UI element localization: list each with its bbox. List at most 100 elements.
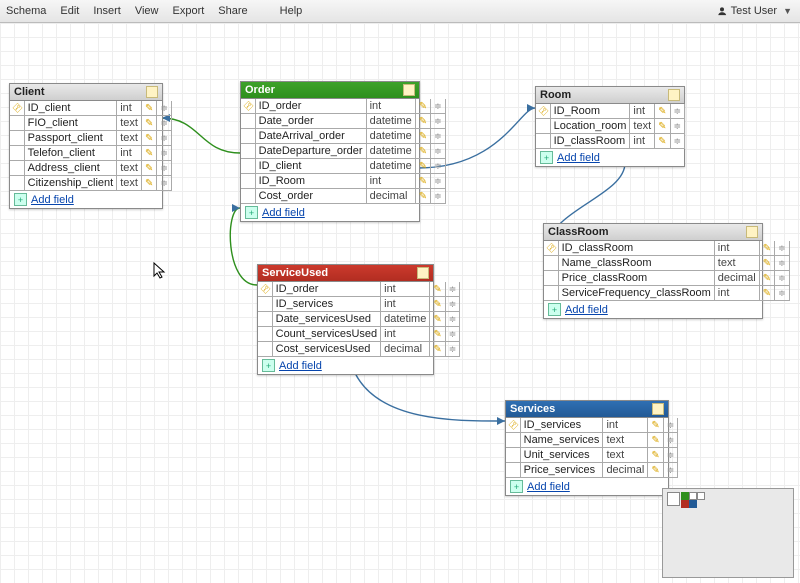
reorder-handle[interactable]: ≑ — [431, 114, 446, 129]
table-room[interactable]: Room ⚿ID_Roomint✎≑Location_roomtext✎≑ID_… — [535, 86, 685, 167]
schema-canvas[interactable]: Client ⚿ID_clientint✎≑FIO_clienttext✎≑Pa… — [0, 23, 800, 583]
add-field[interactable]: +Add field — [544, 301, 762, 318]
edit-table-icon[interactable] — [652, 403, 664, 415]
reorder-handle[interactable]: ≑ — [157, 131, 172, 146]
table-row[interactable]: ⚿ID_Roomint✎≑ — [536, 104, 685, 119]
table-row[interactable]: ID_clientdatetime✎≑ — [241, 159, 445, 174]
table-row[interactable]: Price_classRoomdecimal✎≑ — [544, 271, 789, 286]
reorder-handle[interactable]: ≑ — [670, 134, 685, 149]
menu-share[interactable]: Share — [218, 5, 247, 17]
edit-field[interactable]: ✎ — [430, 282, 445, 297]
edit-field[interactable]: ✎ — [415, 114, 430, 129]
edit-field[interactable]: ✎ — [141, 146, 156, 161]
reorder-handle[interactable]: ≑ — [431, 129, 446, 144]
table-header[interactable]: ClassRoom — [544, 224, 762, 241]
reorder-handle[interactable]: ≑ — [445, 282, 460, 297]
edit-field[interactable]: ✎ — [141, 131, 156, 146]
edit-field[interactable]: ✎ — [430, 342, 445, 357]
add-field[interactable]: +Add field — [536, 149, 684, 166]
reorder-handle[interactable]: ≑ — [670, 119, 685, 134]
edit-field[interactable]: ✎ — [655, 134, 670, 149]
table-row[interactable]: ⚿ID_clientint✎≑ — [10, 101, 171, 116]
table-row[interactable]: ID_Roomint✎≑ — [241, 174, 445, 189]
reorder-handle[interactable]: ≑ — [157, 176, 172, 191]
menu-schema[interactable]: Schema — [6, 5, 46, 17]
reorder-handle[interactable]: ≑ — [157, 116, 172, 131]
edit-table-icon[interactable] — [417, 267, 429, 279]
edit-field[interactable]: ✎ — [430, 327, 445, 342]
table-row[interactable]: ID_classRoomint✎≑ — [536, 134, 685, 149]
edit-field[interactable]: ✎ — [759, 286, 774, 301]
edit-table-icon[interactable] — [403, 84, 415, 96]
reorder-handle[interactable]: ≑ — [663, 463, 678, 478]
edit-field[interactable]: ✎ — [759, 241, 774, 256]
table-serviceused[interactable]: ServiceUsed ⚿ID_orderint✎≑ID_servicesint… — [257, 264, 434, 375]
edit-field[interactable]: ✎ — [415, 129, 430, 144]
table-row[interactable]: FIO_clienttext✎≑ — [10, 116, 171, 131]
reorder-handle[interactable]: ≑ — [445, 297, 460, 312]
table-row[interactable]: Telefon_clientint✎≑ — [10, 146, 171, 161]
edit-field[interactable]: ✎ — [655, 104, 670, 119]
minimap[interactable] — [662, 488, 794, 578]
edit-field[interactable]: ✎ — [759, 256, 774, 271]
table-header[interactable]: Services — [506, 401, 668, 418]
table-row[interactable]: Passport_clienttext✎≑ — [10, 131, 171, 146]
edit-field[interactable]: ✎ — [648, 448, 663, 463]
user-menu[interactable]: Test User ▼ — [717, 5, 792, 17]
reorder-handle[interactable]: ≑ — [445, 312, 460, 327]
menu-edit[interactable]: Edit — [60, 5, 79, 17]
reorder-handle[interactable]: ≑ — [445, 342, 460, 357]
menu-export[interactable]: Export — [173, 5, 205, 17]
table-classroom[interactable]: ClassRoom ⚿ID_classRoomint✎≑Name_classRo… — [543, 223, 763, 319]
edit-table-icon[interactable] — [746, 226, 758, 238]
edit-field[interactable]: ✎ — [141, 161, 156, 176]
reorder-handle[interactable]: ≑ — [431, 174, 446, 189]
table-row[interactable]: ⚿ID_orderint✎≑ — [241, 99, 445, 114]
table-order[interactable]: Order ⚿ID_orderint✎≑Date_orderdatetime✎≑… — [240, 81, 420, 222]
add-field-link[interactable]: Add field — [557, 152, 600, 164]
reorder-handle[interactable]: ≑ — [775, 256, 790, 271]
reorder-handle[interactable]: ≑ — [431, 99, 446, 114]
edit-field[interactable]: ✎ — [415, 189, 430, 204]
add-field-link[interactable]: Add field — [262, 207, 305, 219]
add-field[interactable]: +Add field — [10, 191, 162, 208]
table-row[interactable]: Name_classRoomtext✎≑ — [544, 256, 789, 271]
table-row[interactable]: Unit_servicestext✎≑ — [506, 448, 678, 463]
edit-field[interactable]: ✎ — [141, 116, 156, 131]
table-row[interactable]: Count_servicesUsedint✎≑ — [258, 327, 460, 342]
add-field[interactable]: +Add field — [258, 357, 433, 374]
table-row[interactable]: ⚿ID_servicesint✎≑ — [506, 418, 678, 433]
reorder-handle[interactable]: ≑ — [775, 241, 790, 256]
edit-field[interactable]: ✎ — [648, 463, 663, 478]
table-row[interactable]: ID_servicesint✎≑ — [258, 297, 460, 312]
table-header[interactable]: Order — [241, 82, 419, 99]
edit-field[interactable]: ✎ — [141, 101, 156, 116]
table-row[interactable]: Name_servicestext✎≑ — [506, 433, 678, 448]
table-row[interactable]: Date_orderdatetime✎≑ — [241, 114, 445, 129]
menu-view[interactable]: View — [135, 5, 159, 17]
add-field[interactable]: +Add field — [506, 478, 668, 495]
reorder-handle[interactable]: ≑ — [157, 146, 172, 161]
reorder-handle[interactable]: ≑ — [663, 433, 678, 448]
reorder-handle[interactable]: ≑ — [670, 104, 685, 119]
table-row[interactable]: DateArrival_orderdatetime✎≑ — [241, 129, 445, 144]
reorder-handle[interactable]: ≑ — [157, 161, 172, 176]
edit-table-icon[interactable] — [668, 89, 680, 101]
table-row[interactable]: Date_servicesUseddatetime✎≑ — [258, 312, 460, 327]
edit-field[interactable]: ✎ — [415, 99, 430, 114]
table-row[interactable]: Citizenship_clienttext✎≑ — [10, 176, 171, 191]
table-header[interactable]: Room — [536, 87, 684, 104]
menu-help[interactable]: Help — [280, 5, 303, 17]
table-row[interactable]: Location_roomtext✎≑ — [536, 119, 685, 134]
reorder-handle[interactable]: ≑ — [431, 159, 446, 174]
reorder-handle[interactable]: ≑ — [431, 144, 446, 159]
edit-field[interactable]: ✎ — [759, 271, 774, 286]
add-field-link[interactable]: Add field — [565, 304, 608, 316]
table-row[interactable]: DateDeparture_orderdatetime✎≑ — [241, 144, 445, 159]
edit-field[interactable]: ✎ — [415, 159, 430, 174]
reorder-handle[interactable]: ≑ — [775, 271, 790, 286]
edit-field[interactable]: ✎ — [648, 433, 663, 448]
reorder-handle[interactable]: ≑ — [663, 418, 678, 433]
reorder-handle[interactable]: ≑ — [663, 448, 678, 463]
reorder-handle[interactable]: ≑ — [431, 189, 446, 204]
